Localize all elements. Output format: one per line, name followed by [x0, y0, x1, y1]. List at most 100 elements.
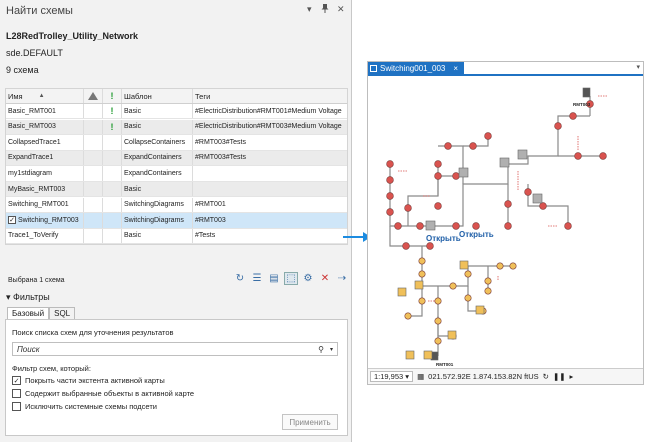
search-icon[interactable]: ⚲	[318, 345, 324, 354]
table-row[interactable]: ✓ Switching_RMT003 SwitchingDiagrams #RMT00…	[6, 213, 347, 229]
diagram-canvas[interactable]: RMT003 RMT001 Открыть Открыть	[368, 76, 643, 368]
search-input[interactable]: Поиск ⚲ ▾	[12, 342, 338, 356]
table-row[interactable]: my1stdiagram ExpandContainers	[6, 166, 347, 182]
equipment-box[interactable]	[405, 350, 415, 360]
switch-node-red[interactable]	[569, 112, 577, 120]
switch-node-red[interactable]	[504, 222, 512, 230]
equipment-box[interactable]	[582, 87, 591, 98]
filter-option-selected-features[interactable]: Содержит выбранные объекты в активной ка…	[12, 389, 194, 398]
switch-node-yellow[interactable]	[418, 257, 426, 265]
switch-node-yellow[interactable]	[404, 312, 412, 320]
switch-node-yellow[interactable]	[434, 297, 442, 305]
switch-node-yellow[interactable]	[434, 317, 442, 325]
equipment-box[interactable]	[447, 330, 457, 340]
switch-node-red[interactable]	[404, 204, 412, 212]
scale-selector[interactable]: 1:19,953 ▾	[370, 371, 414, 382]
details-view-icon[interactable]: ▤	[267, 272, 281, 285]
switch-node-yellow[interactable]	[418, 270, 426, 278]
switch-node-red[interactable]	[524, 188, 532, 196]
switch-node-red[interactable]	[452, 172, 460, 180]
switch-node-red[interactable]	[554, 122, 562, 130]
navigate-icon[interactable]: ▸	[570, 372, 574, 381]
pin-icon[interactable]	[321, 4, 329, 15]
switch-node-red[interactable]	[539, 202, 547, 210]
switch-node-red[interactable]	[386, 192, 394, 200]
switch-node-red[interactable]	[564, 222, 572, 230]
equipment-box[interactable]	[458, 167, 469, 178]
export-icon[interactable]: ⇢	[335, 272, 349, 285]
refresh-icon[interactable]: ↻	[233, 272, 247, 285]
layout-icon[interactable]: ▦	[417, 372, 424, 381]
table-row[interactable]: ExpandTrace1 ExpandContainers #RMT003#Test…	[6, 150, 347, 167]
switch-node-red[interactable]	[504, 200, 512, 208]
table-row[interactable]: Basic_RMT001! Basic #ElectricDistribution#…	[6, 104, 347, 120]
table-row[interactable]: Trace1_ToVerify Basic #Tests	[6, 228, 347, 245]
chevron-down-icon[interactable]: ▾	[636, 63, 640, 71]
table-row[interactable]: Switching_RMT001 SwitchingDiagrams #RMT001	[6, 197, 347, 213]
close-icon[interactable]: ✕	[337, 4, 345, 15]
switch-node-red[interactable]	[386, 176, 394, 184]
switch-node-red[interactable]	[469, 142, 477, 150]
switch-node-red[interactable]	[402, 242, 410, 250]
switch-node-red[interactable]	[386, 160, 394, 168]
switch-node-yellow[interactable]	[484, 287, 492, 295]
switch-node-red[interactable]	[574, 152, 582, 160]
apply-button[interactable]: Применить	[282, 414, 338, 430]
switch-node-yellow[interactable]	[418, 297, 426, 305]
switch-node-red[interactable]	[484, 132, 492, 140]
switch-node-red[interactable]	[472, 222, 480, 230]
open-diagram-icon[interactable]: ⬚	[284, 272, 298, 285]
switch-node-yellow[interactable]	[496, 262, 504, 270]
column-header-name[interactable]: Имя ▲	[6, 89, 84, 103]
filters-section-toggle[interactable]: ▾ Фильтры	[6, 292, 50, 303]
table-row[interactable]: CollapsedTrace1 CollapseContainers #RMT003…	[6, 135, 347, 151]
table-row[interactable]: MyBasic_RMT003 Basic	[6, 182, 347, 198]
switch-node-red[interactable]	[434, 172, 442, 180]
switch-node-yellow[interactable]	[464, 270, 472, 278]
switch-node-yellow[interactable]	[464, 294, 472, 302]
checkbox[interactable]	[12, 389, 21, 398]
equipment-box[interactable]	[499, 157, 510, 168]
equipment-box[interactable]	[397, 287, 407, 297]
filter-option-extent[interactable]: ✓ Покрыть части экстента активной карты	[12, 376, 165, 385]
switch-node-yellow[interactable]	[449, 282, 457, 290]
switch-node-yellow[interactable]	[484, 277, 492, 285]
properties-icon[interactable]: ⚙	[301, 272, 315, 285]
checkbox-checked[interactable]: ✓	[12, 376, 21, 385]
filter-option-exclude-system[interactable]: Исключить системные схемы подсети	[12, 402, 157, 411]
delete-diagram-icon[interactable]: ✕	[318, 272, 332, 285]
close-tab-icon[interactable]: ×	[453, 64, 458, 73]
equipment-box[interactable]	[459, 260, 469, 270]
pause-icon[interactable]: ❚❚	[553, 372, 566, 381]
switch-node-red[interactable]	[599, 152, 607, 160]
table-row[interactable]: Basic_RMT003! Basic #ElectricDistribution#…	[6, 119, 347, 135]
equipment-box[interactable]	[517, 149, 528, 160]
column-header-template[interactable]: Шаблон	[122, 89, 193, 103]
switch-node-red[interactable]	[434, 160, 442, 168]
equipment-box[interactable]	[532, 193, 543, 204]
list-view-icon[interactable]: ☰	[250, 272, 264, 285]
switch-node-red[interactable]	[434, 202, 442, 210]
equipment-box[interactable]	[423, 350, 433, 360]
refresh-icon[interactable]: ↻	[543, 372, 549, 381]
equipment-box[interactable]	[414, 280, 424, 290]
switch-node-red[interactable]	[416, 222, 424, 230]
checkbox[interactable]	[12, 402, 21, 411]
switch-node-red[interactable]	[394, 222, 402, 230]
switch-node-yellow[interactable]	[509, 262, 517, 270]
switch-node-red[interactable]	[386, 208, 394, 216]
pane-menu-icon[interactable]: ▾	[307, 4, 312, 15]
column-header-status[interactable]: !	[103, 89, 122, 103]
column-header-tags[interactable]: Теги	[193, 89, 347, 103]
filter-option-label: Содержит выбранные объекты в активной ка…	[25, 389, 195, 398]
equipment-box[interactable]	[475, 305, 485, 315]
switch-node-red[interactable]	[444, 142, 452, 150]
switch-node-yellow[interactable]	[434, 337, 442, 345]
equipment-box[interactable]	[425, 220, 436, 231]
column-header-warning[interactable]	[84, 89, 103, 103]
switch-node-red[interactable]	[452, 222, 460, 230]
tab-diagram[interactable]: Switching001_003 ×	[368, 62, 464, 74]
search-dropdown-icon[interactable]: ▾	[330, 346, 333, 353]
row-checkbox[interactable]: ✓	[8, 216, 16, 225]
switch-node-red[interactable]	[426, 242, 434, 250]
